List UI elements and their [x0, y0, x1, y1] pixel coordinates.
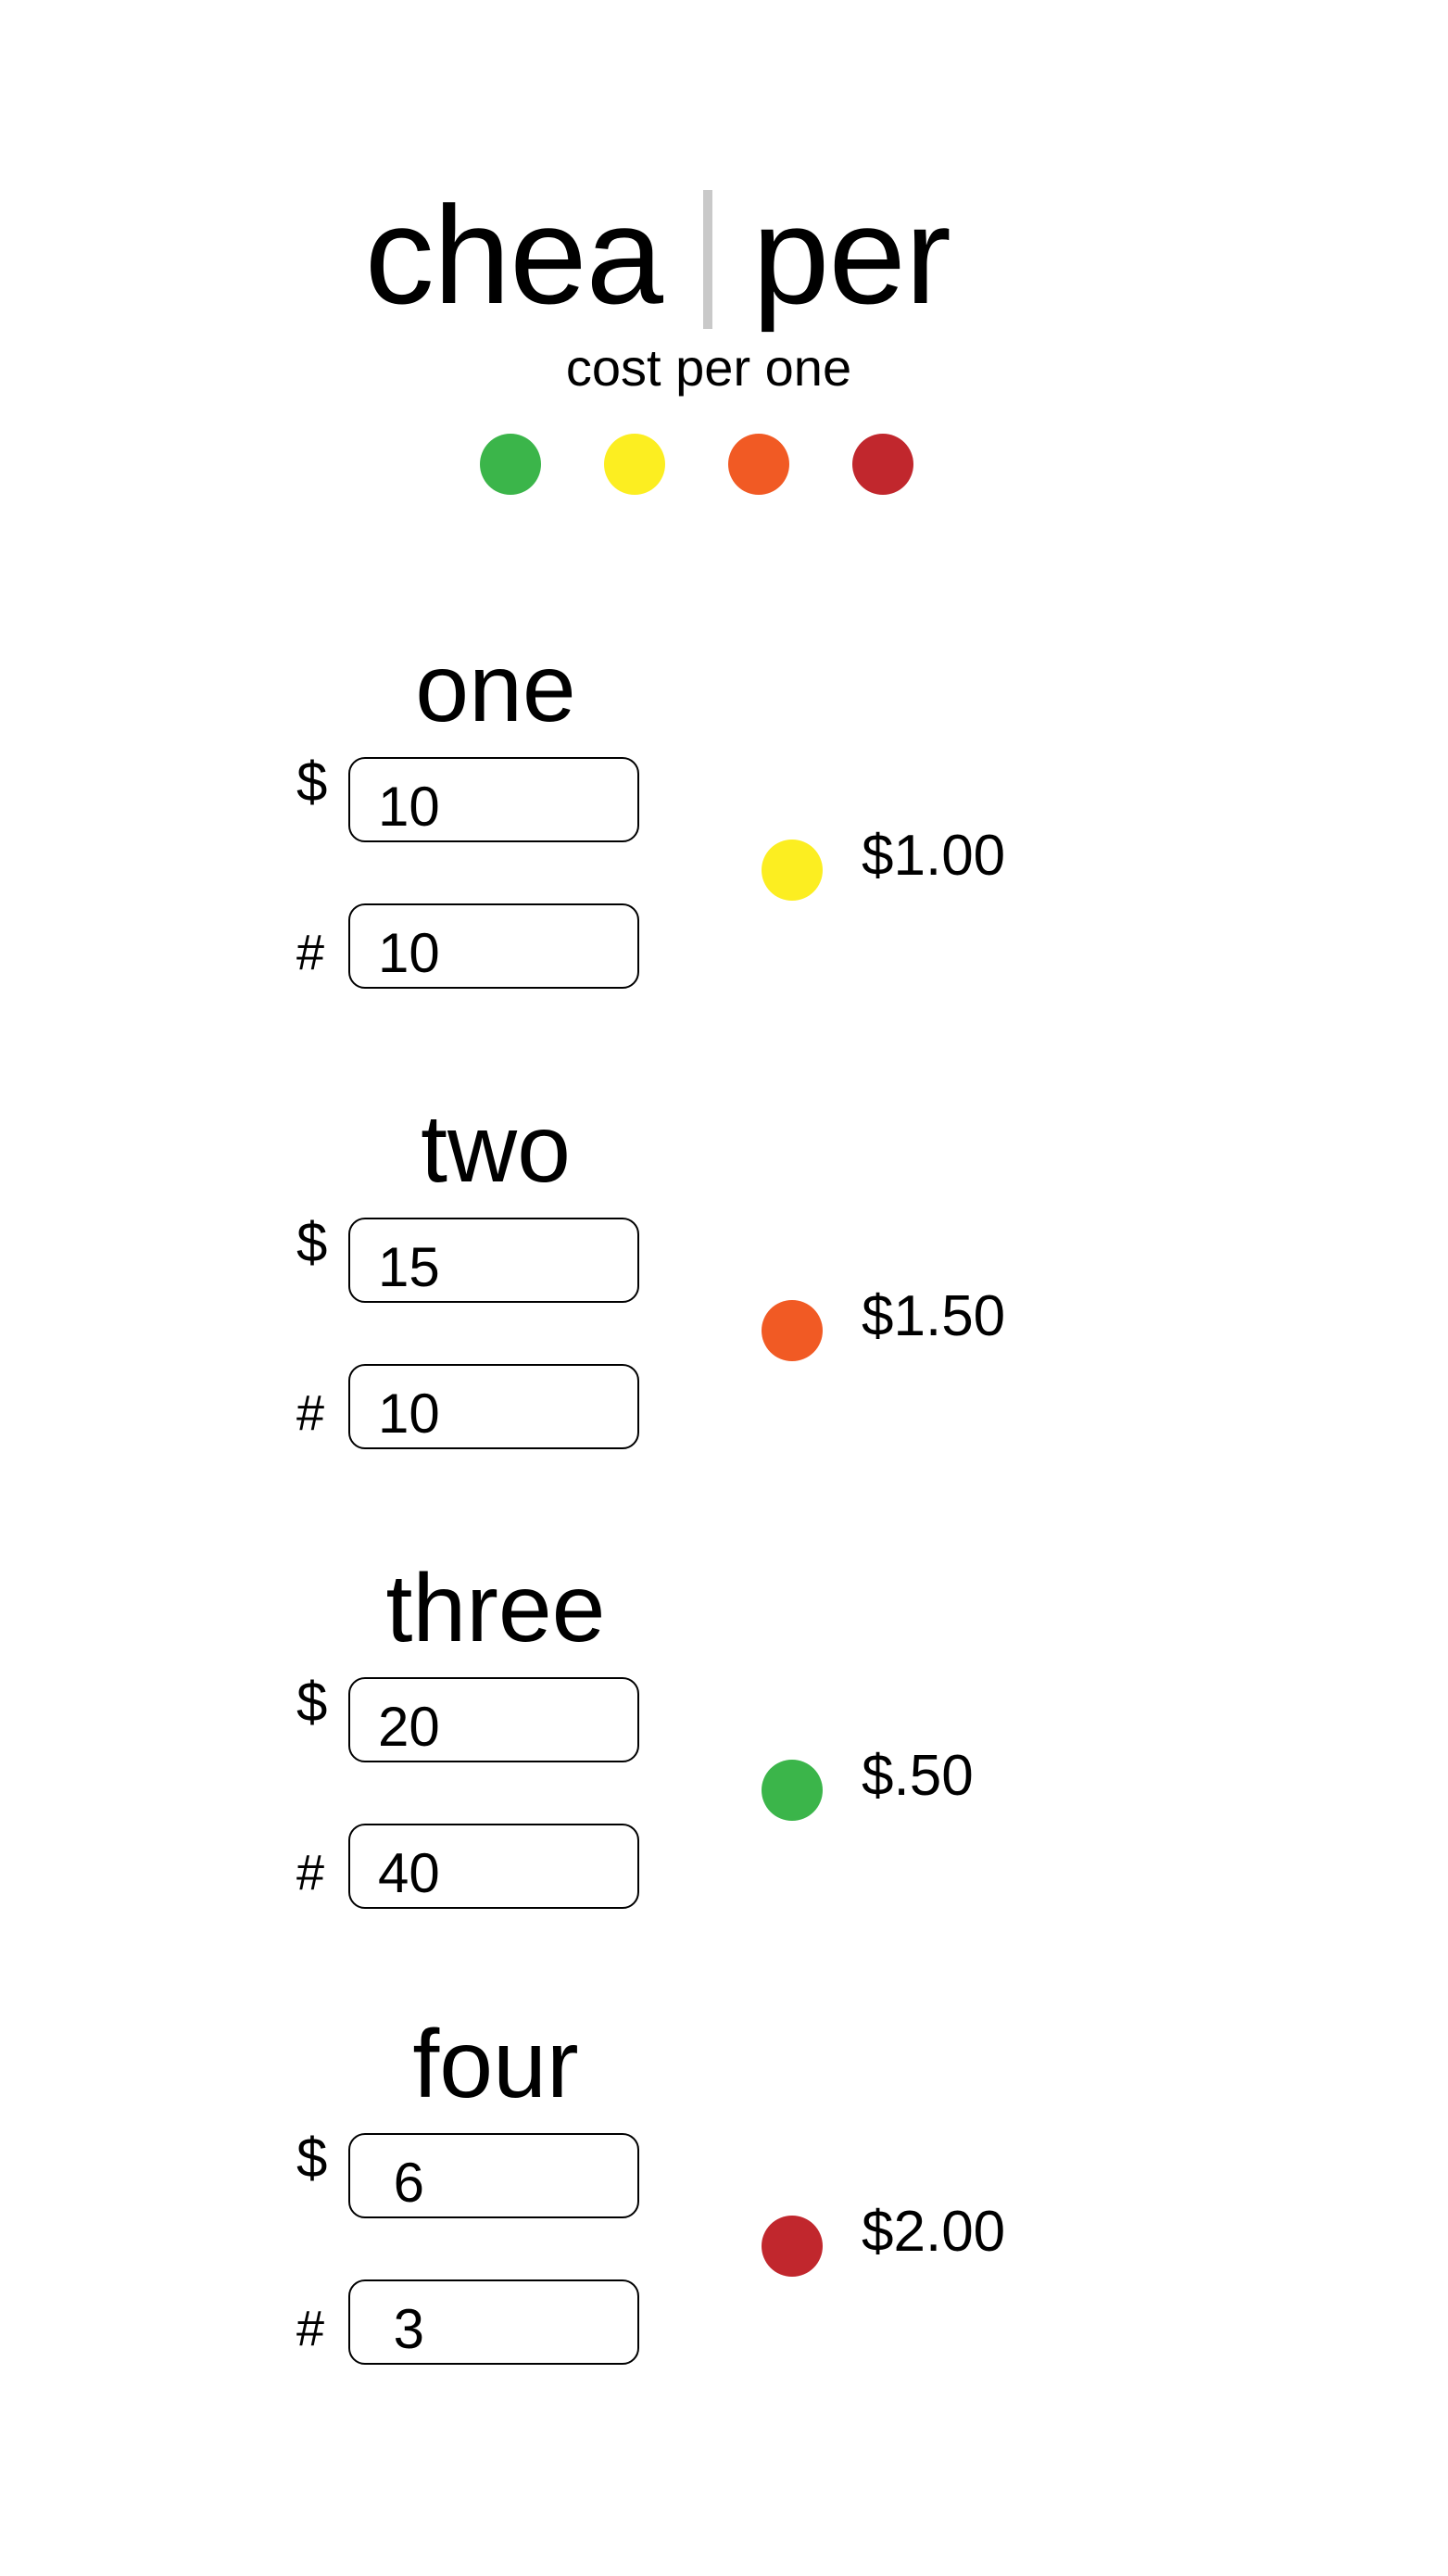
legend-dot-green [480, 434, 541, 495]
dollar-label: $ [296, 751, 328, 813]
legend-dot-orange [728, 434, 789, 495]
price-row: $ [296, 1211, 648, 1305]
quantity-input[interactable] [348, 1364, 639, 1449]
price-input[interactable] [348, 1218, 639, 1303]
quantity-label: # [296, 1845, 325, 1900]
item-title: four [412, 2011, 579, 2118]
tagline: cost per one [565, 338, 852, 397]
status-dot [762, 1300, 823, 1361]
quantity-input[interactable] [348, 1824, 639, 1909]
price-row: $ [296, 2127, 648, 2220]
quantity-row: # [296, 1824, 648, 1911]
color-legend [480, 434, 925, 495]
quantity-input[interactable] [348, 903, 639, 989]
cost-per-one-value: $1.50 [862, 1284, 1006, 1348]
price-row: $ [296, 751, 648, 844]
logo-text-right: per [752, 177, 951, 333]
cost-per-one-result: $1.00 [762, 824, 1188, 901]
item-title: one [415, 635, 576, 742]
cost-per-one-result: $.50 [762, 1744, 1188, 1821]
item-title: two [421, 1095, 571, 1203]
price-input[interactable] [348, 2133, 639, 2218]
app-logo: chea per [0, 171, 1417, 338]
quantity-label: # [296, 1385, 325, 1441]
logo-text-left: chea [364, 177, 663, 333]
legend-dot-yellow [604, 434, 665, 495]
item-two: two $ # $1.50 [0, 1093, 1448, 1483]
dollar-label: $ [296, 1211, 328, 1273]
status-dot [762, 840, 823, 901]
cost-per-one-value: $1.00 [862, 824, 1006, 888]
quantity-row: # [296, 2279, 648, 2367]
price-input[interactable] [348, 1677, 639, 1762]
item-four: four $ # $2.00 [0, 2009, 1448, 2398]
price-row: $ [296, 1671, 648, 1764]
status-dot [762, 2216, 823, 2277]
cost-per-one-result: $1.50 [762, 1284, 1188, 1361]
legend-dot-red [852, 434, 913, 495]
cost-per-one-value: $.50 [862, 1744, 974, 1808]
price-input[interactable] [348, 757, 639, 842]
quantity-label: # [296, 925, 325, 980]
quantity-input[interactable] [348, 2279, 639, 2365]
quantity-row: # [296, 903, 648, 991]
cost-per-one-result: $2.00 [762, 2200, 1188, 2277]
logo-divider [703, 190, 712, 329]
dollar-label: $ [296, 2127, 328, 2189]
dollar-label: $ [296, 1671, 328, 1733]
status-dot [762, 1760, 823, 1821]
quantity-row: # [296, 1364, 648, 1451]
cost-per-one-value: $2.00 [862, 2200, 1006, 2264]
item-title: three [385, 1555, 606, 1662]
item-one: one $ # $1.00 [0, 633, 1448, 1022]
item-three: three $ # $.50 [0, 1553, 1448, 1942]
quantity-label: # [296, 2301, 325, 2356]
